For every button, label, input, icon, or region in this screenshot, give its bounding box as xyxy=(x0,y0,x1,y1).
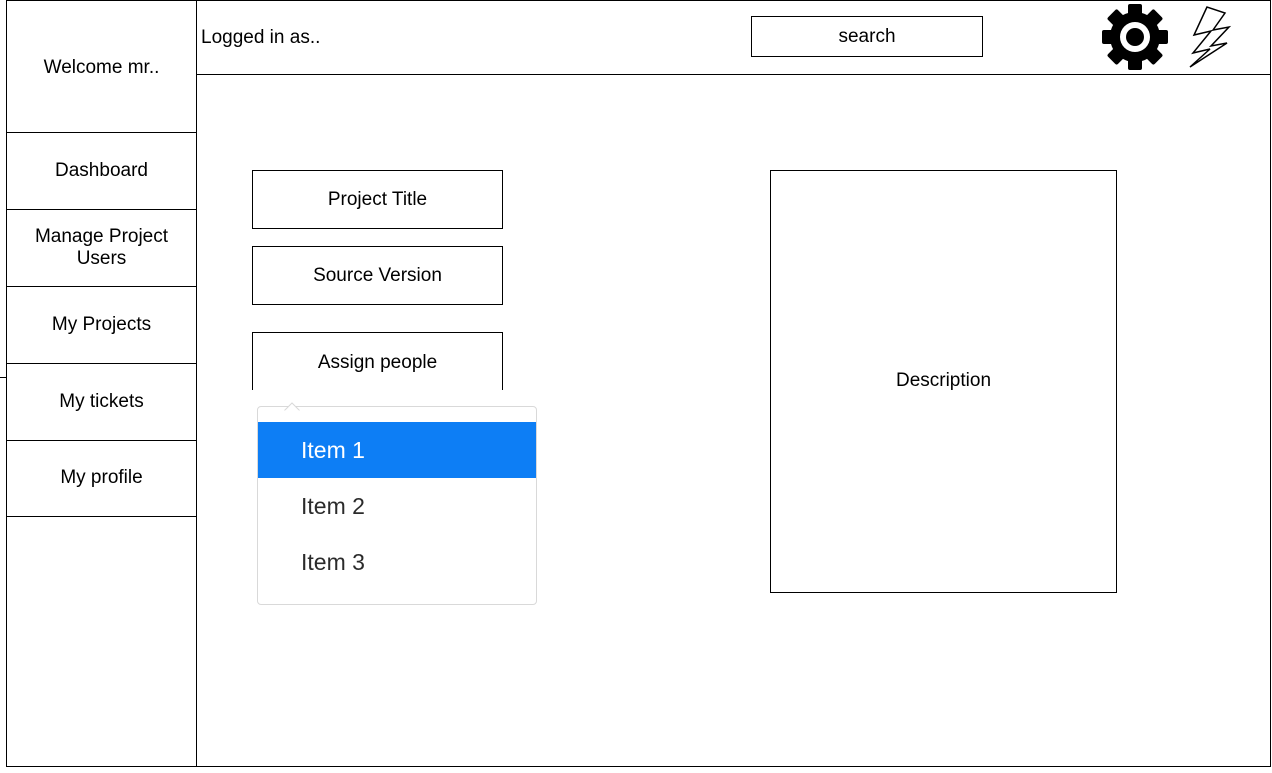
sidebar-item-my-profile[interactable]: My profile xyxy=(6,440,197,517)
lightning-icon[interactable] xyxy=(1187,5,1233,69)
project-title-field[interactable]: Project Title xyxy=(252,170,503,229)
dropdown-item-label: Item 3 xyxy=(301,548,365,575)
dropdown-item-label: Item 2 xyxy=(301,492,365,519)
dropdown-item-label: Item 1 xyxy=(301,436,365,463)
welcome-text: Welcome mr.. xyxy=(43,57,160,78)
dropdown-item-2[interactable]: Item 2 xyxy=(258,478,536,534)
source-version-field[interactable]: Source Version xyxy=(252,246,503,305)
sidebar-item-label: Manage Project Users xyxy=(34,226,169,269)
logged-in-label: Logged in as.. xyxy=(201,27,321,48)
welcome-header: Welcome mr.. xyxy=(6,0,197,133)
search-input[interactable]: search xyxy=(751,16,983,57)
description-label: Description xyxy=(895,369,992,391)
assign-people-field[interactable]: Assign people xyxy=(252,332,503,390)
description-field[interactable]: Description xyxy=(770,170,1117,593)
sidebar-item-dashboard[interactable]: Dashboard xyxy=(6,133,197,210)
search-label: search xyxy=(838,25,896,47)
sidebar-item-label: My tickets xyxy=(59,391,144,412)
dropdown-caret xyxy=(282,398,302,412)
sidebar-item-manage-project-users[interactable]: Manage Project Users xyxy=(6,210,197,287)
sidebar-item-my-tickets[interactable]: My tickets xyxy=(6,364,197,441)
source-version-label: Source Version xyxy=(313,264,442,286)
project-title-label: Project Title xyxy=(327,188,428,210)
sidebar-item-label: Dashboard xyxy=(55,160,148,181)
sidebar-item-label: My profile xyxy=(60,467,143,488)
dropdown-item-1[interactable]: Item 1 xyxy=(258,422,536,478)
dropdown-item-3[interactable]: Item 3 xyxy=(258,534,536,590)
sidebar-item-my-projects[interactable]: My Projects xyxy=(6,287,197,364)
assign-people-label: Assign people xyxy=(317,352,438,373)
sidebar-item-label: My Projects xyxy=(51,314,152,335)
gear-icon[interactable] xyxy=(1100,4,1170,70)
